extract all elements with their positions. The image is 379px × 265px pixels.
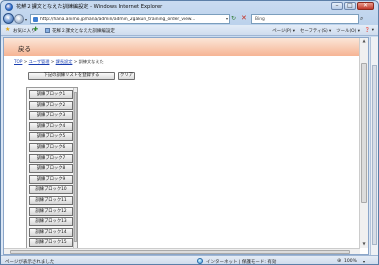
training-block-list[interactable]: 訓練ブロック1 訓練ブロック2 訓練ブロック3 訓練ブロック4 訓練ブロック5 … <box>26 87 78 252</box>
hscroll-thumb[interactable] <box>10 250 350 254</box>
breadcrumb-user-admin[interactable]: ユーザ管理 <box>29 59 50 64</box>
block-item[interactable]: 訓練ブロック2 <box>29 100 73 110</box>
internet-zone-icon <box>197 258 203 264</box>
block-item[interactable]: 訓練ブロック9 <box>29 174 73 184</box>
block-item[interactable]: 訓練ブロック15 <box>29 238 73 248</box>
scroll-down-arrow-icon[interactable]: ▼ <box>360 241 368 248</box>
window-controls: – □ ✕ <box>331 2 374 10</box>
title-bar: 花鮮２課文となえた訓練編設定 - Windows Internet Explor… <box>1 1 378 13</box>
refresh-icon[interactable]: ↻ <box>231 15 236 22</box>
zoom-level[interactable]: 100% <box>344 259 357 264</box>
list-scrollbar[interactable] <box>73 88 77 251</box>
zoom-dropdown-icon[interactable]: ▾ <box>363 259 365 264</box>
zoom-icon[interactable]: ⊕ <box>337 258 341 264</box>
favorites-bar: ★ お気に入り ✚ 花鮮２課文となえた訓練編設定 ページ(P) ▾ セーフティ(… <box>1 25 378 36</box>
close-button[interactable]: ✕ <box>357 2 374 10</box>
url-text[interactable]: http://hana.animo.jp/hana/admin/admin_2g… <box>40 17 215 22</box>
add-favorite-icon[interactable]: ✚ <box>33 26 38 33</box>
save-list-button[interactable]: 下記の訓練リストを登録する <box>28 72 115 80</box>
block-item[interactable]: 訓練ブロック7 <box>29 153 73 163</box>
search-icon[interactable]: ⌕ <box>360 15 368 23</box>
back-link[interactable]: 戻る <box>18 43 31 53</box>
page-menu[interactable]: ページ(P) ▾ <box>272 28 295 34</box>
status-text: ページが表示されました <box>5 259 55 265</box>
inner-vertical-scrollbar[interactable]: ▲ ▼ <box>359 38 368 248</box>
block-item[interactable]: 訓練ブロック3 <box>29 111 73 121</box>
inner-vscroll-thumb[interactable] <box>361 63 367 203</box>
breadcrumb-current: 訓練文なえた <box>78 59 104 64</box>
minimize-button[interactable]: – <box>331 2 343 10</box>
favorites-star-icon[interactable]: ★ <box>5 26 10 33</box>
security-zone-text[interactable]: インターネット | 保護モード: 有効 <box>206 259 276 265</box>
scroll-up-arrow-icon[interactable]: ▲ <box>360 38 368 45</box>
block-item[interactable]: 訓練ブロック5 <box>29 132 73 142</box>
address-dropdown-icon[interactable]: ▾ <box>226 16 228 21</box>
block-item[interactable]: 訓練ブロック6 <box>29 143 73 152</box>
page-content: 戻る TOP > ユーザ管理 > 課長設定 > 訓練文なえた 下記の訓練リストを… <box>3 37 369 255</box>
block-item[interactable]: 訓練ブロック4 <box>29 121 73 131</box>
breadcrumb-manager-settings[interactable]: 課長設定 <box>56 59 73 64</box>
tools-menu[interactable]: ツール(O) ▾ <box>336 28 360 34</box>
page-vertical-scrollbar[interactable] <box>370 37 378 255</box>
page-icon <box>33 17 38 22</box>
browser-window: 花鮮２課文となえた訓練編設定 - Windows Internet Explor… <box>0 0 379 265</box>
breadcrumb-top[interactable]: TOP <box>14 59 22 64</box>
page-header: 戻る <box>4 38 368 56</box>
history-dropdown-icon[interactable]: ▾ <box>25 17 27 22</box>
breadcrumb: TOP > ユーザ管理 > 課長設定 > 訓練文なえた <box>14 59 104 64</box>
window-title: 花鮮２課文となえた訓練編設定 - Windows Internet Explor… <box>16 4 163 10</box>
ie-logo-icon <box>5 3 13 11</box>
stop-icon[interactable]: ✕ <box>241 14 247 22</box>
forward-button[interactable]: › <box>14 14 24 24</box>
search-provider-label: Bing <box>255 17 265 22</box>
block-item[interactable]: 訓練ブロック10 <box>29 185 73 195</box>
block-item[interactable]: 訓練ブロック12 <box>29 206 73 216</box>
block-item[interactable]: 訓練ブロック11 <box>29 196 73 205</box>
safety-menu[interactable]: セーフティ(S) ▾ <box>300 28 331 34</box>
list-scroll-thumb[interactable] <box>74 92 77 242</box>
back-button[interactable]: ‹ <box>3 13 14 24</box>
clear-button[interactable]: クリア <box>118 72 135 80</box>
address-row: ‹ › ▾ http://hana.animo.jp/hana/admin/ad… <box>1 13 378 25</box>
status-bar: ページが表示されました インターネット | 保護モード: 有効 ⊕ 100% ▾ <box>1 255 378 265</box>
tab-title[interactable]: 花鮮２課文となえた訓練編設定 <box>52 28 115 34</box>
command-bar: ページ(P) ▾ セーフティ(S) ▾ ツール(O) ▾ ❓ ▾ <box>272 28 374 34</box>
block-item[interactable]: 訓練ブロック8 <box>29 164 73 174</box>
tab-page-icon <box>45 28 50 33</box>
search-box[interactable]: Bing ⌕ <box>251 14 363 24</box>
maximize-button[interactable]: □ <box>344 2 356 10</box>
address-bar[interactable]: http://hana.animo.jp/hana/admin/admin_2g… <box>30 14 230 24</box>
block-item[interactable]: 訓練ブロック13 <box>29 217 73 227</box>
horizontal-scrollbar[interactable] <box>4 248 360 254</box>
block-item[interactable]: 訓練ブロック1 <box>29 90 73 99</box>
block-item[interactable]: 訓練ブロック14 <box>29 227 73 237</box>
page-vscroll-thumb[interactable] <box>372 65 377 245</box>
help-menu[interactable]: ❓ ▾ <box>365 28 374 34</box>
